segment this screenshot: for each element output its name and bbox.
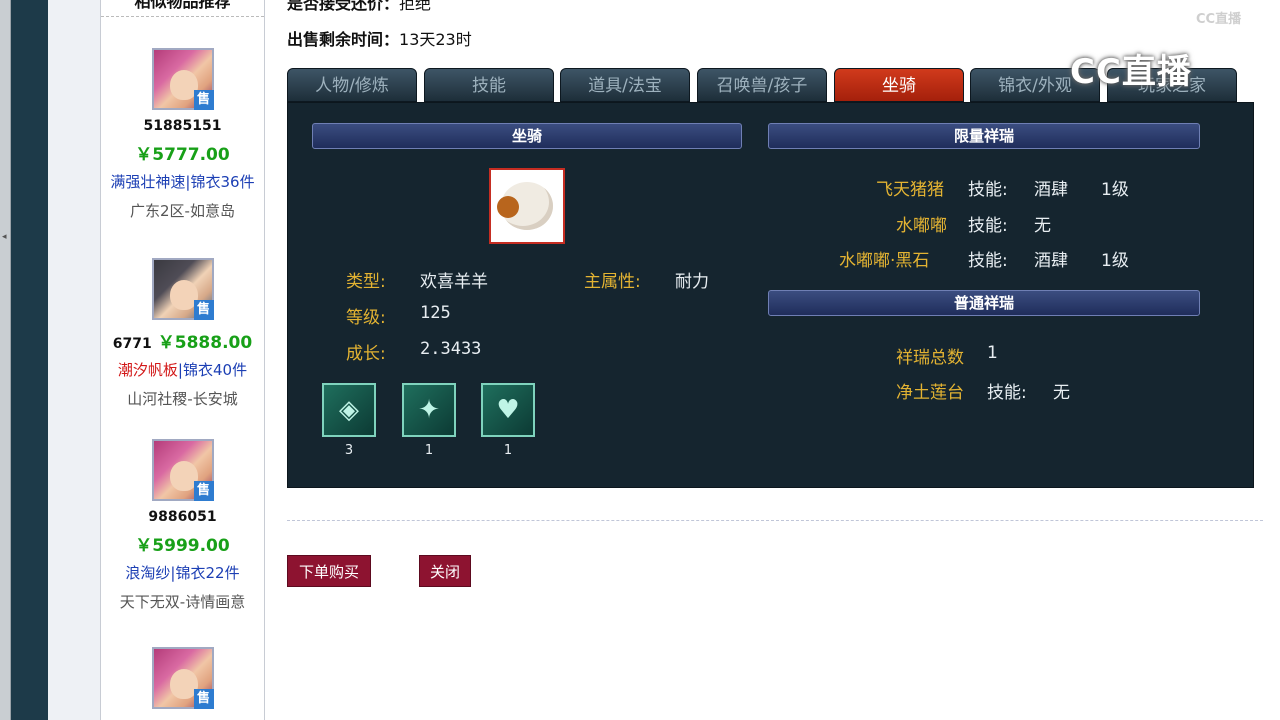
normal-total-label: 祥瑞总数 [896,348,964,368]
tag-link[interactable]: 锦衣40件 [183,361,247,379]
tag-link[interactable]: 浪淘纱 [125,564,170,582]
sell-badge: 售 [193,689,214,709]
watermark-logo: CC直播 [1070,52,1192,92]
mount-panel: 坐骑 限量祥瑞 类型: 欢喜羊羊 主属性: 耐力 等级: 125 成长: 2.3… [287,102,1254,488]
recommended-item[interactable]: 售 [101,647,264,709]
recommended-item[interactable]: 售 51885151 ￥5777.00 满强壮神速|锦衣36件 广东2区-如意岛 [101,48,264,221]
growth-label: 成长: [346,344,386,364]
character-avatar[interactable]: 售 [151,439,214,501]
character-avatar[interactable]: 售 [151,647,214,709]
tag-link[interactable]: 满强壮神速 [110,173,185,191]
mount-skill-3-icon[interactable]: ♥ [481,383,535,437]
item-tags: 浪淘纱|锦衣22件 [125,564,240,582]
normal-skill-label: 技能: [987,383,1027,403]
mount-skill-1-icon[interactable]: ◈ [322,383,376,437]
bargain-value: 拒绝 [399,0,432,13]
limited-name: 水嘟嘟 [896,216,947,236]
normal-name: 净土莲台 [896,383,964,403]
mount-section-header: 坐骑 [312,123,742,149]
tab-summons[interactable]: 召唤兽/孩子 [697,68,827,102]
buy-button[interactable]: 下单购买 [287,555,371,587]
main-attr-value: 耐力 [675,272,709,292]
skill-count: 1 [424,443,434,458]
item-id: 51885151 [143,118,222,134]
left-gutter [48,0,101,720]
remaining-label: 出售剩余时间： [287,30,400,49]
item-server: 山河社稷-长安城 [127,390,238,408]
limited-skill: 酒肆 [1034,180,1068,200]
splitter-handle[interactable]: ◂ [0,0,11,720]
level-value: 125 [420,303,451,323]
recommended-item[interactable]: 售 6771 ￥5888.00 潮汐帆板|锦衣40件 山河社稷-长安城 [101,258,264,409]
type-label: 类型: [346,272,386,292]
item-server: 广东2区-如意岛 [130,202,235,220]
normal-skill: 无 [1053,383,1070,403]
sell-badge: 售 [193,90,214,110]
limited-level: 1级 [1101,251,1129,271]
left-dark-edge: ◂ [0,0,48,720]
splitter-arrow-icon: ◂ [2,232,7,242]
skill-glyph: ◈ [339,395,359,425]
remaining-time-info: 出售剩余时间：13天23时 [287,26,472,50]
mount-image[interactable] [489,168,565,244]
sell-badge: 售 [193,481,214,501]
tab-items[interactable]: 道具/法宝 [560,68,690,102]
sidebar-title: 相似物品推荐 [101,0,264,17]
limited-name: 水嘟嘟·黑石 [839,251,930,271]
tag-link[interactable]: 锦衣22件 [175,564,239,582]
growth-value: 2.3433 [420,339,482,359]
recommended-item[interactable]: 售 9886051 ￥5999.00 浪淘纱|锦衣22件 天下无双-诗情画意 [101,439,264,612]
item-price: ￥5888.00 [157,333,253,353]
normal-section-header: 普通祥瑞 [768,290,1200,316]
tab-character[interactable]: 人物/修炼 [287,68,417,102]
limited-skill-label: 技能: [968,251,1008,271]
limited-name: 飞天猪猪 [876,180,944,200]
tab-skills[interactable]: 技能 [424,68,554,102]
item-server: 天下无双-诗情画意 [119,593,246,611]
character-avatar[interactable]: 售 [151,48,214,110]
item-id-price: 6771 ￥5888.00 [101,328,264,353]
main-attr-label: 主属性: [584,272,641,292]
skill-glyph: ♥ [496,395,520,425]
limited-skill-label: 技能: [968,180,1008,200]
limited-skill: 酒肆 [1034,251,1068,271]
level-label: 等级: [346,308,386,328]
bargain-info: 是否接受还价：拒绝 [287,0,431,14]
limited-section-header: 限量祥瑞 [768,123,1200,149]
mount-skill-2-icon[interactable]: ✦ [402,383,456,437]
watermark-small: CC直播 [1196,12,1242,27]
limited-skill-label: 技能: [968,216,1008,236]
skill-glyph: ✦ [418,395,440,425]
character-avatar[interactable]: 售 [151,258,214,320]
divider [287,520,1263,521]
bargain-label: 是否接受还价： [287,0,400,13]
tag-link[interactable]: 潮汐帆板 [118,361,178,379]
limited-skill: 无 [1034,216,1051,236]
item-id: 9886051 [148,509,217,525]
type-value: 欢喜羊羊 [420,272,488,292]
normal-total-value: 1 [987,343,998,363]
item-price: ￥5999.00 [135,536,230,556]
tab-mount[interactable]: 坐骑 [834,68,964,102]
item-tags: 潮汐帆板|锦衣40件 [117,361,248,379]
sell-badge: 售 [193,300,214,320]
similar-items-sidebar: 相似物品推荐 售 51885151 ￥5777.00 满强壮神速|锦衣36件 广… [101,0,265,720]
skill-count: 1 [503,443,513,458]
tag-link[interactable]: 锦衣36件 [190,173,254,191]
limited-level: 1级 [1101,180,1129,200]
item-id: 6771 [112,336,152,352]
remaining-value: 13天23时 [399,30,472,49]
horn-shape [497,196,519,218]
close-button[interactable]: 关闭 [419,555,471,587]
item-tags: 满强壮神速|锦衣36件 [110,173,255,191]
skill-count: 3 [344,443,354,458]
item-price: ￥5777.00 [135,145,230,165]
